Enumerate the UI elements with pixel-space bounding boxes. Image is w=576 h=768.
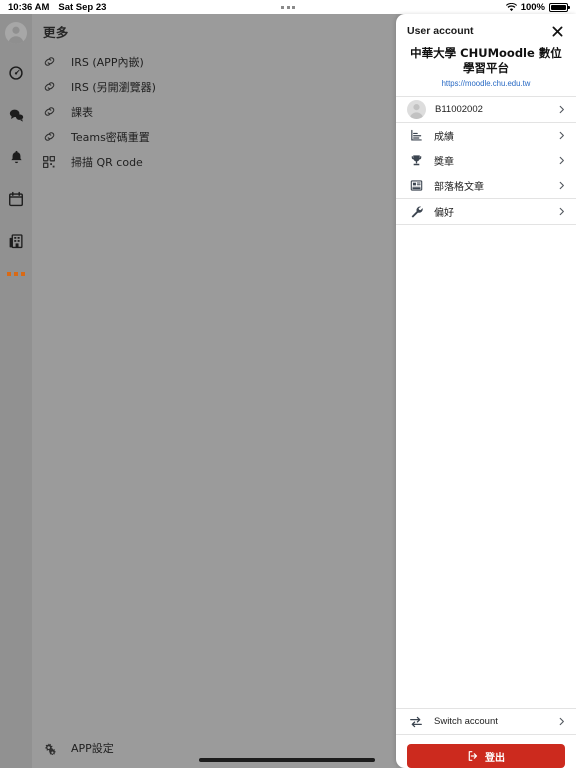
user-avatar-icon[interactable] xyxy=(5,22,27,44)
chevron-right-icon xyxy=(557,156,566,165)
icon-rail xyxy=(0,14,32,768)
list-item[interactable]: Teams密碼重置 xyxy=(32,124,396,149)
site-url-link[interactable]: https://moodle.chu.edu.tw xyxy=(396,76,576,96)
list-item-label: IRS (另開瀏覽器) xyxy=(71,80,156,94)
sheet-item-label: 部落格文章 xyxy=(434,182,484,194)
user-profile-row[interactable]: B11002002 xyxy=(396,97,576,123)
dashboard-speedometer-icon[interactable] xyxy=(0,60,32,86)
more-menu-list: IRS (APP內嵌) IRS (另開瀏覽器) 課表 Teams密碼重置 掃描 … xyxy=(32,49,396,174)
grades-chart-icon xyxy=(407,129,425,142)
list-item[interactable]: IRS (APP內嵌) xyxy=(32,49,396,74)
page-title: 更多 xyxy=(43,26,69,40)
calendar-icon[interactable] xyxy=(0,186,32,212)
chevron-right-icon xyxy=(557,717,566,726)
battery-full-icon xyxy=(549,2,570,12)
sheet-item-label: 成績 xyxy=(434,132,454,144)
sheet-item-blog[interactable]: 部落格文章 xyxy=(396,173,576,199)
status-bar: 10:36 AM Sat Sep 23 100% xyxy=(0,0,576,14)
list-item-label: IRS (APP內嵌) xyxy=(71,55,144,69)
switch-account-row[interactable]: Switch account xyxy=(396,709,576,734)
user-account-sheet: User account 中華大學 CHUMoodle 數位學習平台 https… xyxy=(396,14,576,768)
link-icon xyxy=(43,80,65,93)
logout-icon xyxy=(467,750,479,762)
user-avatar-icon xyxy=(407,100,426,120)
status-bar-time: 10:36 AM xyxy=(8,1,50,13)
sheet-header: User account xyxy=(396,14,576,44)
list-item[interactable]: 課表 xyxy=(32,99,396,124)
sheet-title: User account xyxy=(407,25,474,37)
building-icon[interactable] xyxy=(0,228,32,254)
switch-account-label: Switch account xyxy=(434,716,498,727)
wrench-icon xyxy=(407,205,425,219)
sheet-item-label: 獎章 xyxy=(434,157,454,169)
list-item-label: 課表 xyxy=(71,105,93,119)
sheet-item-grades[interactable]: 成績 xyxy=(396,123,576,149)
trophy-icon xyxy=(407,154,425,167)
logout-area: 登出 xyxy=(396,735,576,768)
chevron-right-icon xyxy=(557,181,566,190)
app-settings-label: APP設定 xyxy=(71,742,114,755)
list-item-label: 掃描 QR code xyxy=(71,155,143,169)
logout-button[interactable]: 登出 xyxy=(407,744,565,768)
list-item[interactable]: IRS (另開瀏覽器) xyxy=(32,74,396,99)
switch-arrows-icon xyxy=(407,715,425,729)
sheet-spacer xyxy=(396,225,576,708)
multitask-dots-icon[interactable] xyxy=(281,5,295,9)
site-title: 中華大學 CHUMoodle 數位學習平台 xyxy=(410,46,562,76)
app-settings-item[interactable]: APP設定 xyxy=(32,740,396,756)
status-bar-left: 10:36 AM Sat Sep 23 xyxy=(8,2,106,13)
link-icon xyxy=(43,130,65,143)
sheet-item-label: 偏好 xyxy=(434,208,454,220)
close-icon[interactable] xyxy=(549,23,565,39)
link-icon xyxy=(43,105,65,118)
bell-icon[interactable] xyxy=(0,144,32,170)
list-item-label: Teams密碼重置 xyxy=(71,130,150,144)
status-bar-right: 100% xyxy=(505,1,570,13)
logout-label: 登出 xyxy=(485,752,505,764)
sheet-item-badges[interactable]: 獎章 xyxy=(396,148,576,174)
sheet-item-preferences[interactable]: 偏好 xyxy=(396,199,576,225)
chevron-right-icon xyxy=(557,131,566,140)
list-item[interactable]: 掃描 QR code xyxy=(32,149,396,174)
home-indicator[interactable] xyxy=(199,758,375,762)
more-dots-icon[interactable] xyxy=(0,272,32,276)
status-bar-date: Sat Sep 23 xyxy=(58,1,107,13)
wifi-icon xyxy=(505,2,517,12)
newspaper-icon xyxy=(407,179,425,192)
user-name: B11002002 xyxy=(435,104,483,116)
qr-code-icon xyxy=(43,155,65,168)
more-menu-panel: 更多 IRS (APP內嵌) IRS (另開瀏覽器) 課表 Teams密碼重置 … xyxy=(32,14,396,768)
link-icon xyxy=(43,55,65,68)
gears-icon xyxy=(43,742,65,755)
chevron-right-icon xyxy=(557,105,566,114)
battery-percent-label: 100% xyxy=(520,1,545,13)
chat-bubbles-icon[interactable] xyxy=(0,102,32,128)
chevron-right-icon xyxy=(557,207,566,216)
